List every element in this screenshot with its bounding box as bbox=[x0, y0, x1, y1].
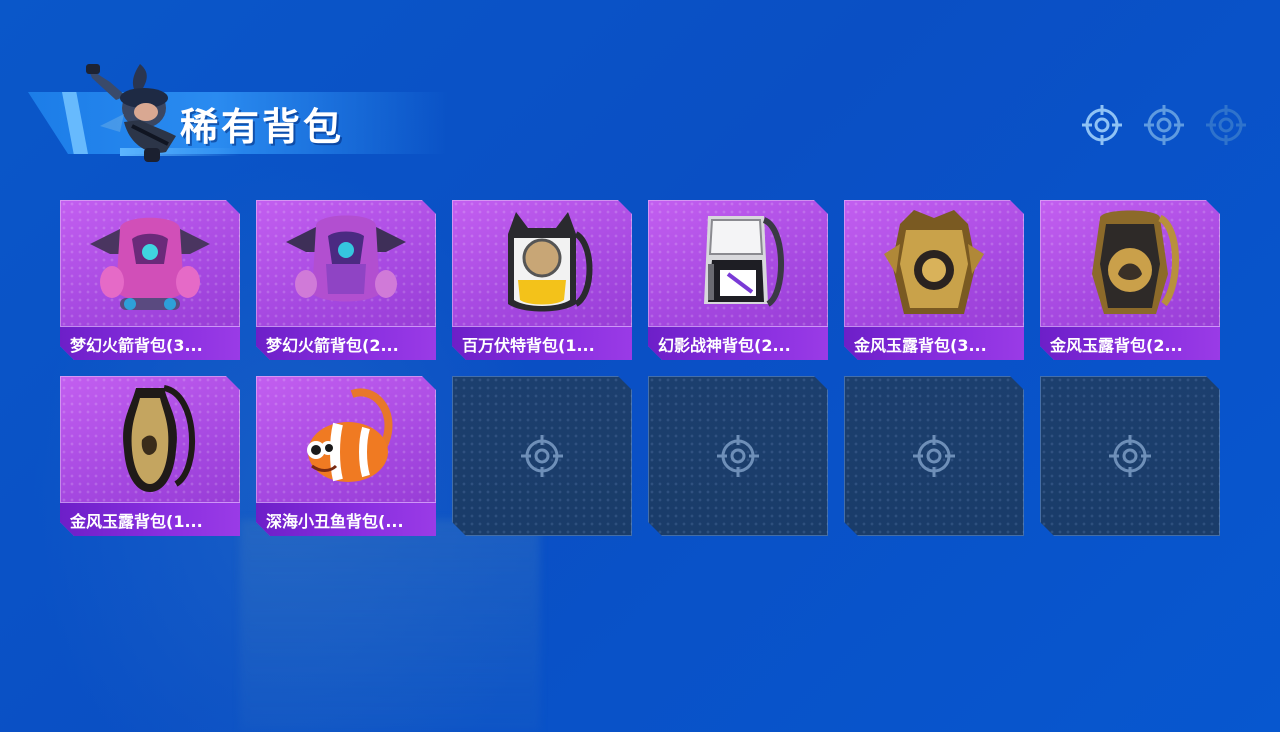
clownfish-backpack-icon bbox=[276, 380, 416, 500]
backpack-label: 百万伏特背包(1... bbox=[452, 326, 632, 360]
crosshair-icon[interactable] bbox=[1204, 103, 1248, 147]
backpack-card[interactable]: 百万伏特背包(1... bbox=[452, 200, 632, 360]
cat-backpack-icon bbox=[472, 204, 612, 324]
gold-dragon-backpack-icon bbox=[864, 204, 1004, 324]
backpack-label: 梦幻火箭背包(2... bbox=[256, 326, 436, 360]
backpack-card[interactable]: 金风玉露背包(2... bbox=[1040, 200, 1220, 360]
backpack-label: 幻影战神背包(2... bbox=[648, 326, 828, 360]
crosshair-icon bbox=[518, 432, 566, 480]
backpack-card[interactable]: 金风玉露背包(1... bbox=[60, 376, 240, 536]
crosshair-icon[interactable] bbox=[1142, 103, 1186, 147]
backpack-label: 梦幻火箭背包(3... bbox=[60, 326, 240, 360]
page-title: 稀有背包 bbox=[180, 105, 345, 149]
skydiver-character-icon bbox=[86, 64, 176, 162]
backpack-card[interactable]: 幻影战神背包(2... bbox=[648, 200, 828, 360]
backpack-card[interactable]: 梦幻火箭背包(3... bbox=[60, 200, 240, 360]
backpack-label: 金风玉露背包(3... bbox=[844, 326, 1024, 360]
backpack-label: 深海小丑鱼背包(... bbox=[256, 502, 436, 536]
backpack-card[interactable]: 深海小丑鱼背包(... bbox=[256, 376, 436, 536]
empty-slot[interactable] bbox=[452, 376, 632, 536]
gold-vase-backpack-icon bbox=[80, 380, 220, 500]
backpack-label: 金风玉露背包(1... bbox=[60, 502, 240, 536]
backpack-card[interactable]: 梦幻火箭背包(2... bbox=[256, 200, 436, 360]
empty-slot[interactable] bbox=[844, 376, 1024, 536]
rocket-backpack-icon bbox=[276, 204, 416, 324]
empty-slot[interactable] bbox=[1040, 376, 1220, 536]
crosshair-icon bbox=[910, 432, 958, 480]
rocket-backpack-icon bbox=[80, 204, 220, 324]
phantom-backpack-icon bbox=[668, 204, 808, 324]
backpack-grid: 梦幻火箭背包(3... 梦幻火箭背包(2... 百万伏特背包(1... 幻影战神… bbox=[60, 200, 1220, 536]
empty-slot[interactable] bbox=[648, 376, 828, 536]
section-header: 稀有背包 bbox=[28, 56, 458, 166]
backpack-card[interactable]: 金风玉露背包(3... bbox=[844, 200, 1024, 360]
crosshair-icon bbox=[714, 432, 762, 480]
gold-lotus-backpack-icon bbox=[1060, 204, 1200, 324]
crosshair-icon[interactable] bbox=[1080, 103, 1124, 147]
top-right-indicators bbox=[1080, 103, 1248, 147]
backpack-label: 金风玉露背包(2... bbox=[1040, 326, 1220, 360]
crosshair-icon bbox=[1106, 432, 1154, 480]
background-shape bbox=[240, 520, 540, 732]
